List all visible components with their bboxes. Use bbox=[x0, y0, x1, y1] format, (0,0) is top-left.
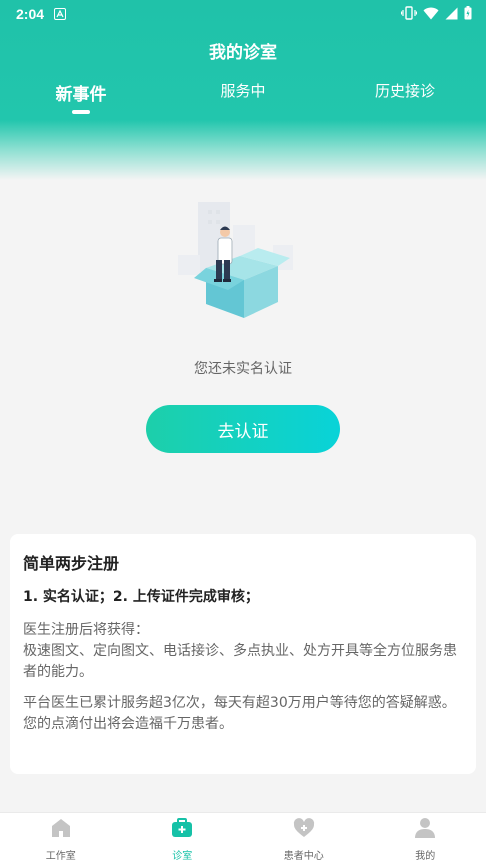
empty-state bbox=[0, 190, 486, 320]
tabbar-item-patient-center[interactable]: 患者中心 bbox=[243, 813, 365, 864]
medical-kit-icon bbox=[170, 816, 194, 844]
tabbar-item-studio[interactable]: 工作室 bbox=[0, 813, 122, 864]
tabbar-item-clinic[interactable]: 诊室 bbox=[122, 813, 244, 864]
status-time: 2:04 bbox=[16, 6, 45, 22]
card-title: 简单两步注册 bbox=[23, 554, 120, 573]
unverified-message: 您还未实名认证 bbox=[194, 361, 292, 377]
doctor-on-box-illustration bbox=[178, 190, 308, 320]
wifi-icon bbox=[423, 5, 439, 24]
tab-in-service[interactable]: 服务中 bbox=[162, 80, 324, 120]
card-stats: 平台医生已累计服务超3亿次，每天有超30万用户等待您的答疑解惑。您的点滴付出将会… bbox=[23, 695, 456, 732]
header: 2:04 我的诊室 新事件 服务中 历史接诊 bbox=[0, 0, 486, 180]
tab-new-events[interactable]: 新事件 bbox=[0, 80, 162, 120]
tabbar-label: 我的 bbox=[415, 850, 436, 862]
status-bar: 2:04 bbox=[0, 0, 486, 28]
tabbar-label: 工作室 bbox=[45, 850, 76, 862]
vibrate-icon bbox=[400, 5, 418, 24]
home-icon bbox=[49, 816, 73, 844]
person-icon bbox=[413, 816, 437, 844]
heart-plus-icon bbox=[292, 816, 316, 844]
verify-button[interactable]: 去认证 bbox=[146, 405, 340, 453]
card-steps: 1. 实名认证；2. 上传证件完成审核； bbox=[23, 589, 259, 605]
page-title: 我的诊室 bbox=[209, 43, 277, 63]
bottom-tab-bar: 工作室 诊室 患者中心 我的 bbox=[0, 812, 486, 864]
tabbar-label: 患者中心 bbox=[283, 850, 324, 862]
tabbar-item-mine[interactable]: 我的 bbox=[365, 813, 486, 864]
tab-label: 新事件 bbox=[55, 85, 107, 105]
signal-icon bbox=[445, 5, 458, 24]
battery-icon bbox=[464, 5, 472, 24]
register-card: 简单两步注册 1. 实名认证；2. 上传证件完成审核； 医生注册后将获得： 极速… bbox=[10, 534, 476, 774]
app-notification-icon bbox=[54, 5, 67, 24]
tab-bar-top: 新事件 服务中 历史接诊 bbox=[0, 80, 486, 120]
tab-history[interactable]: 历史接诊 bbox=[324, 80, 486, 120]
tabbar-label: 诊室 bbox=[172, 850, 193, 862]
tab-label: 服务中 bbox=[220, 82, 266, 100]
card-benefits: 医生注册后将获得： 极速图文、定向图文、电话接诊、多点执业、处方开具等全方位服务… bbox=[23, 622, 457, 680]
tab-indicator bbox=[72, 110, 90, 114]
tab-label: 历史接诊 bbox=[374, 82, 435, 100]
